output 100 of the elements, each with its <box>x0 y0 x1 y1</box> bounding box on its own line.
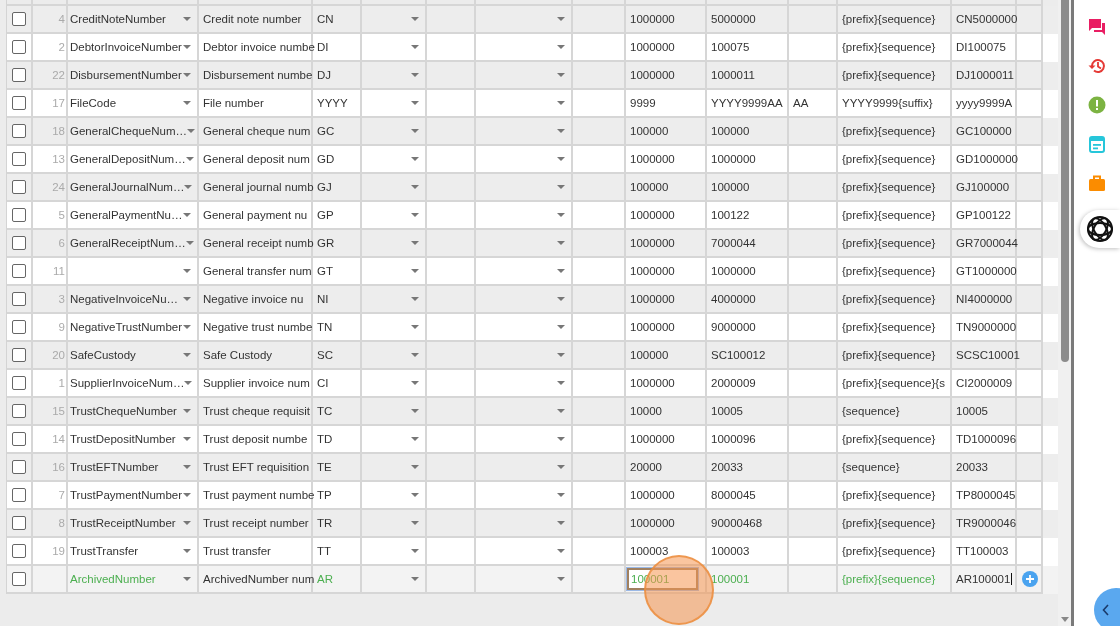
logo-tab[interactable] <box>1080 210 1120 248</box>
table-cell: 1000000 <box>630 265 675 277</box>
checkbox[interactable] <box>12 68 26 82</box>
dropdown-field[interactable]: TrustDepositNumber <box>68 426 197 452</box>
caret-icon <box>411 101 419 105</box>
table-cell: {prefix}{sequence} <box>842 293 936 305</box>
table-cell: Credit note number <box>203 13 302 25</box>
table-row[interactable]: 11 General transfer num GT 1000000 1000000 {prefix}{sequence} GT1000000 <box>6 258 1059 286</box>
checkbox[interactable] <box>12 572 26 586</box>
caret-icon <box>557 73 565 77</box>
dropdown-field[interactable]: GeneralReceiptNum… <box>68 230 197 256</box>
caret-icon <box>411 549 419 553</box>
checkbox[interactable] <box>12 432 26 446</box>
table-cell: 20033 <box>956 461 988 473</box>
table-cell: Trust EFT requisition <box>203 461 310 473</box>
dropdown-field[interactable]: GeneralPaymentNu… <box>68 202 197 228</box>
table-cell: GD <box>317 153 335 165</box>
table-row[interactable]: 5 GeneralPaymentNu… General payment nu GP 1000000 100122 {prefix}{sequence} GP100122 <box>6 202 1059 230</box>
alert-badge-icon[interactable] <box>1087 95 1107 115</box>
checkbox[interactable] <box>12 376 26 390</box>
checkbox[interactable] <box>12 180 26 194</box>
table-cell: DI100075 <box>956 41 1006 53</box>
checkbox[interactable] <box>12 516 26 530</box>
dropdown-field[interactable]: SupplierInvoiceNum… <box>68 370 197 396</box>
table-row[interactable]: 13 GeneralDepositNum… General deposit num GD 1000000 1000000 {prefix}{sequence} GD1000000 <box>6 146 1059 174</box>
dropdown-field[interactable]: TrustPaymentNumber <box>68 482 197 508</box>
dropdown-field[interactable]: NegativeTrustNumber <box>68 314 197 340</box>
checkbox[interactable] <box>12 460 26 474</box>
table-cell: CN5000000 <box>956 13 1018 25</box>
dropdown-field[interactable]: NegativeInvoiceNu… <box>68 286 197 312</box>
table-cell: CN <box>317 13 334 25</box>
checkbox[interactable] <box>12 544 26 558</box>
briefcase-icon[interactable] <box>1087 173 1107 193</box>
table-cell: {prefix}{sequence} <box>842 545 936 557</box>
scrollbar-thumb[interactable] <box>1060 0 1069 362</box>
table-row[interactable]: 17 FileCode File number YYYY 9999 YYYY9999AA AA YYYY9999{suffix} yyyy9999A <box>6 90 1059 118</box>
input-field[interactable]: AR100001 <box>956 573 1013 585</box>
calendar-icon[interactable] <box>1087 134 1107 154</box>
dropdown-field[interactable]: TrustTransfer <box>68 538 197 564</box>
checkbox[interactable] <box>12 124 26 138</box>
table-row[interactable]: 19 TrustTransfer Trust transfer TT 100003 100003 {prefix}{sequence} TT100003 <box>6 538 1059 566</box>
dropdown-field[interactable]: CreditNoteNumber <box>68 6 197 32</box>
checkbox[interactable] <box>12 236 26 250</box>
table-cell: 100003 <box>630 545 669 557</box>
checkbox[interactable] <box>12 264 26 278</box>
table-cell: Negative invoice nu <box>203 293 304 305</box>
row-number: 22 <box>52 69 65 81</box>
caret-icon <box>557 129 565 133</box>
checkbox[interactable] <box>12 96 26 110</box>
table-cell: General cheque num <box>203 125 311 137</box>
table-row[interactable]: 2 DebtorInvoiceNumber Debtor invoice numbe DI 1000000 100075 {prefix}{sequence} DI100075 <box>6 34 1059 62</box>
checkbox[interactable] <box>12 152 26 166</box>
table-cell: 100001 <box>711 573 750 585</box>
dropdown-field[interactable]: GeneralChequeNum… <box>68 118 197 144</box>
dropdown-field[interactable]: DisbursementNumber <box>68 62 197 88</box>
checkbox[interactable] <box>12 320 26 334</box>
dropdown-field[interactable]: TrustEFTNumber <box>68 454 197 480</box>
table-row[interactable]: 1 SupplierInvoiceNum… Supplier invoice num CI 1000000 2000009 {prefix}{sequence}{s CI2000009 <box>6 370 1059 398</box>
caret-icon <box>411 17 419 21</box>
table-cell: DJ1000011 <box>956 69 1014 81</box>
checkbox[interactable] <box>12 488 26 502</box>
caret-icon <box>183 465 191 469</box>
table-cell: 1000000 <box>630 13 675 25</box>
table-cell: GJ <box>317 181 332 193</box>
checkbox[interactable] <box>12 292 26 306</box>
table-cell: SC <box>317 349 333 361</box>
table-row[interactable]: 7 TrustPaymentNumber Trust payment numbe TP 1000000 8000045 {prefix}{sequence} TP8000045 <box>6 482 1059 510</box>
caret-icon <box>411 129 419 133</box>
table-cell: {prefix}{sequence} <box>842 125 936 137</box>
checkbox[interactable] <box>12 208 26 222</box>
table-cell: {prefix}{sequence} <box>842 153 936 165</box>
checkbox[interactable] <box>12 40 26 54</box>
caret-icon <box>185 241 194 245</box>
table-cell: {prefix}{sequence} <box>842 69 936 81</box>
table-cell: {prefix}{sequence} <box>842 181 936 193</box>
table-cell: GT <box>317 265 333 277</box>
table-cell: 1000000 <box>630 209 675 221</box>
dropdown-field[interactable]: GeneralJournalNum… <box>68 174 197 200</box>
checkbox[interactable] <box>12 12 26 26</box>
table-row[interactable]: 9 NegativeTrustNumber Negative trust numbe TN 1000000 9000000 {prefix}{sequence} TN9000000 <box>6 314 1059 342</box>
caret-icon <box>411 297 419 301</box>
checkbox[interactable] <box>12 348 26 362</box>
dropdown-field[interactable]: DebtorInvoiceNumber <box>68 34 197 60</box>
add-icon[interactable] <box>1022 571 1038 587</box>
history-icon[interactable] <box>1087 56 1107 76</box>
chat-icon[interactable] <box>1087 17 1107 37</box>
scroll-down-icon[interactable] <box>1060 617 1069 622</box>
table-cell: {prefix}{sequence} <box>842 349 936 361</box>
dropdown-field[interactable]: TrustChequeNumber <box>68 398 197 424</box>
caret-icon <box>411 409 419 413</box>
caret-icon <box>557 381 565 385</box>
dropdown-field[interactable]: TrustReceiptNumber <box>68 510 197 536</box>
table-cell: General payment nu <box>203 209 308 221</box>
checkbox[interactable] <box>12 404 26 418</box>
dropdown-field[interactable]: FileCode <box>68 90 197 116</box>
table-cell: SC100012 <box>711 349 766 361</box>
dropdown-field[interactable]: SafeCustody <box>68 342 197 368</box>
dropdown-field[interactable]: GeneralDepositNum… <box>68 146 197 172</box>
table-row[interactable]: 14 TrustDepositNumber Trust deposit numbe TD 1000000 1000096 {prefix}{sequence} TD1000096 <box>6 426 1059 454</box>
caret-icon <box>411 465 419 469</box>
